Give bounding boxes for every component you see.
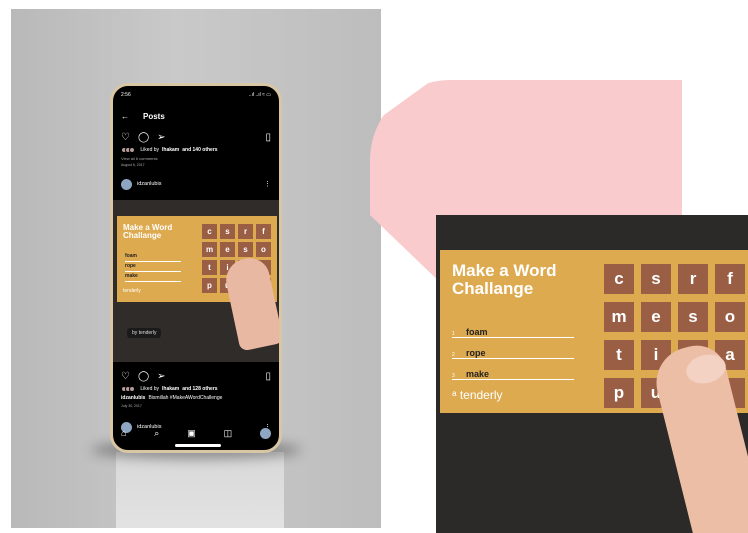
letter-tile: o xyxy=(256,242,271,257)
letter-tile: r xyxy=(238,224,253,239)
letter-tile: p xyxy=(202,278,217,293)
word-row: 1 foam xyxy=(452,318,574,338)
letter-tile: s xyxy=(220,224,235,239)
post1-likes: Liked by lhakam and 140 others xyxy=(121,147,271,153)
page-title: Posts xyxy=(143,111,165,121)
letter-tile: c xyxy=(202,224,217,239)
more-options-icon[interactable]: ⋮ xyxy=(264,180,271,188)
avatar[interactable] xyxy=(121,178,132,190)
bookmark-icon[interactable]: ▯ xyxy=(265,371,271,382)
profile-avatar[interactable] xyxy=(259,427,271,439)
zoom-card-brand: ᵃ tenderly xyxy=(452,388,503,402)
letter-tile: o xyxy=(715,302,745,332)
status-bar: 2:56 ..ıl ..ıl ≈ ▭ xyxy=(121,92,271,102)
zoomed-post-image: Make a Word Challange 1 foam 2 rope 3 ma… xyxy=(436,215,748,533)
letter-tile: s xyxy=(238,242,253,257)
post2-actions: ♡ ◯ ➢ ▯ xyxy=(121,369,271,383)
post2-date: July 30, 2017 xyxy=(121,404,142,408)
post1-actions: ♡ ◯ ➢ ▯ xyxy=(121,130,271,144)
word-row: 2 rope xyxy=(452,339,574,359)
post2-caption: idzanlubis Bismillah #MakeAWordChallenge xyxy=(121,395,223,401)
pedestal xyxy=(116,452,284,528)
letter-tile: f xyxy=(715,264,745,294)
card-title: Make a Word Challange xyxy=(123,223,173,240)
phone: 2:56 ..ıl ..ıl ≈ ▭ ← Posts ♡ ◯ ➢ ▯ Liked… xyxy=(110,83,282,453)
post2-username[interactable]: idzanlubis xyxy=(137,181,161,187)
view-comments-link[interactable]: View all 6 comments xyxy=(121,156,158,161)
letter-tile: e xyxy=(641,302,671,332)
liker-avatars xyxy=(121,386,135,392)
liker-avatars xyxy=(121,147,135,153)
back-arrow-icon[interactable]: ← xyxy=(121,112,129,121)
share-icon[interactable]: ➢ xyxy=(157,132,165,143)
post2-header: idzanlubis ⋮ xyxy=(121,178,271,190)
letter-tile: s xyxy=(641,264,671,294)
letter-tile: r xyxy=(678,264,708,294)
letter-tile: f xyxy=(256,224,271,239)
top-bar: ← Posts xyxy=(121,108,271,124)
heart-icon[interactable]: ♡ xyxy=(121,132,130,143)
letter-tile: c xyxy=(604,264,634,294)
mockup-background: 2:56 ..ıl ..ıl ≈ ▭ ← Posts ♡ ◯ ➢ ▯ Liked… xyxy=(11,9,381,528)
home-indicator xyxy=(175,444,221,447)
heart-icon[interactable]: ♡ xyxy=(121,371,130,382)
letter-tile: t xyxy=(202,260,217,275)
letter-tile: s xyxy=(678,302,708,332)
zoom-word-list: 1 foam 2 rope 3 make xyxy=(452,318,574,381)
bookmark-icon[interactable]: ▯ xyxy=(265,132,271,143)
shop-icon[interactable]: ◫ xyxy=(224,428,233,439)
post2-image[interactable]: Make a Word Challange foam rope make ten… xyxy=(113,200,279,362)
search-icon[interactable]: ⌕ xyxy=(154,428,159,439)
bottom-nav: ⌂ ⌕ ▣ ◫ xyxy=(121,426,271,440)
status-icons: ..ıl ..ıl ≈ ▭ xyxy=(248,92,271,98)
zoom-card-title: Make a Word Challange xyxy=(452,261,557,298)
home-icon[interactable]: ⌂ xyxy=(121,428,126,438)
letter-tile: t xyxy=(604,340,634,370)
share-icon[interactable]: ➢ xyxy=(157,371,165,382)
card-word-list: foam rope make xyxy=(125,252,181,282)
reels-icon[interactable]: ▣ xyxy=(187,428,196,439)
card-brand: tenderly xyxy=(123,288,141,294)
letter-tile: m xyxy=(604,302,634,332)
tag-tooltip[interactable]: by tenderly xyxy=(127,328,162,338)
comment-icon[interactable]: ◯ xyxy=(138,132,149,143)
letter-tile: e xyxy=(220,242,235,257)
comment-icon[interactable]: ◯ xyxy=(138,371,149,382)
post1-date: August 6, 2017 xyxy=(121,163,145,167)
letter-tile: p xyxy=(604,378,634,408)
word-row: 3 make xyxy=(452,360,574,380)
letter-tile: m xyxy=(202,242,217,257)
status-time: 2:56 xyxy=(121,92,131,98)
post2-likes: Liked by lhakam and 128 others xyxy=(121,386,271,392)
